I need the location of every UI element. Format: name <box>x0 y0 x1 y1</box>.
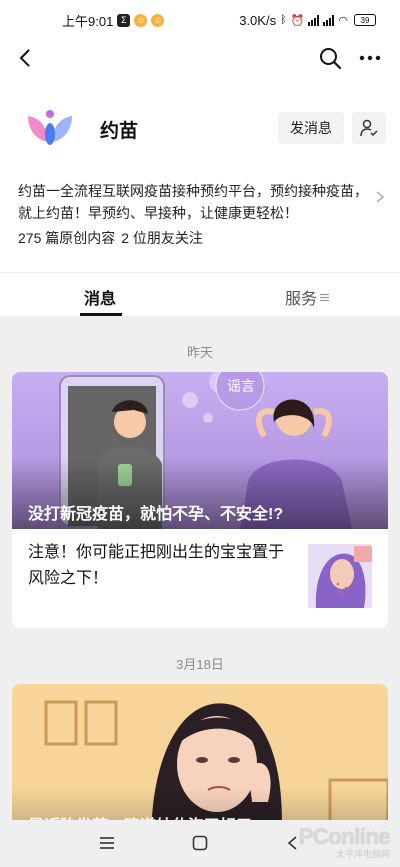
followed-user-button[interactable] <box>352 112 386 144</box>
user-check-icon <box>360 119 378 137</box>
status-bar: 上午9:01 Σ ☺ ☺ 3.0K/s ᛒ ⏰ ◠ 39 <box>0 0 400 40</box>
top-nav <box>0 40 400 76</box>
status-time: 上午9:01 <box>62 13 114 29</box>
tab-bar: 消息 服务 <box>0 272 400 316</box>
system-navigation-bar: PConline 太平洋电脑网 <box>0 820 400 867</box>
tab-services[interactable]: 服务 <box>285 285 330 309</box>
date-label: 3月18日 <box>176 657 224 672</box>
friend-follow-count[interactable]: 2 位朋友关注 <box>121 228 203 248</box>
recent-apps-icon[interactable] <box>98 834 116 852</box>
account-name: 约苗 <box>100 121 139 142</box>
chevron-right-icon[interactable] <box>374 190 386 204</box>
chevron-left-icon[interactable] <box>12 44 40 72</box>
more-dots-icon[interactable] <box>356 44 384 72</box>
signal-icon <box>308 14 320 26</box>
network-speed: 3.0K/s <box>239 12 277 28</box>
sub-article-title[interactable]: 注意！你可能正把刚出生的宝宝置于风险之下！ <box>28 540 293 592</box>
menu-lines-icon <box>320 293 330 301</box>
date-label: 昨天 <box>186 345 213 360</box>
send-message-button[interactable]: 发消息 <box>278 112 344 144</box>
battery-icon: 39 <box>354 14 376 26</box>
signal-icon <box>323 14 335 26</box>
article-card[interactable]: 谣言 没打新冠疫苗，就怕不孕、不安全!? 注意！你可能正把刚出生的宝宝置于风险之… <box>12 372 388 628</box>
wifi-icon: ◠ <box>338 14 348 27</box>
home-icon[interactable] <box>191 834 209 852</box>
sub-article-thumbnail[interactable] <box>308 544 372 608</box>
alarm-icon: ⏰ <box>290 14 305 27</box>
bluetooth-icon: ᛒ <box>280 14 287 26</box>
cover-tag-text: 谣言 <box>227 378 255 394</box>
article-count: 275 篇原创内容 <box>18 230 116 246</box>
account-description[interactable]: 约苗一全流程互联网疫苗接种预约平台，预约接种疫苗，就上约苗！早预约、早接种，让健… <box>18 180 370 224</box>
notification-emoji-icon: ☺ <box>151 13 165 27</box>
status-left: 上午9:01 Σ ☺ ☺ <box>62 11 165 30</box>
watermark: PConline 太平洋电脑网 <box>299 824 391 860</box>
tab-services-label: 服务 <box>285 291 318 308</box>
status-right: 3.0K/s ᛒ ⏰ ◠ 39 <box>239 13 376 28</box>
search-icon[interactable] <box>316 44 344 72</box>
notification-app-icon: Σ <box>117 13 131 27</box>
account-logo[interactable] <box>18 96 82 160</box>
article-title[interactable]: 没打新冠疫苗，就怕不孕、不安全!? <box>28 500 283 524</box>
account-stats: 275 篇原创内容 2 位朋友关注 <box>18 228 203 248</box>
notification-emoji-icon: ☺ <box>134 13 148 27</box>
message-feed[interactable]: 昨天 谣言 没打新冠疫苗，就怕不孕、不安全!? 注意！你可能正把刚出生的宝宝置于… <box>0 316 400 867</box>
tab-messages[interactable]: 消息 <box>84 285 116 309</box>
